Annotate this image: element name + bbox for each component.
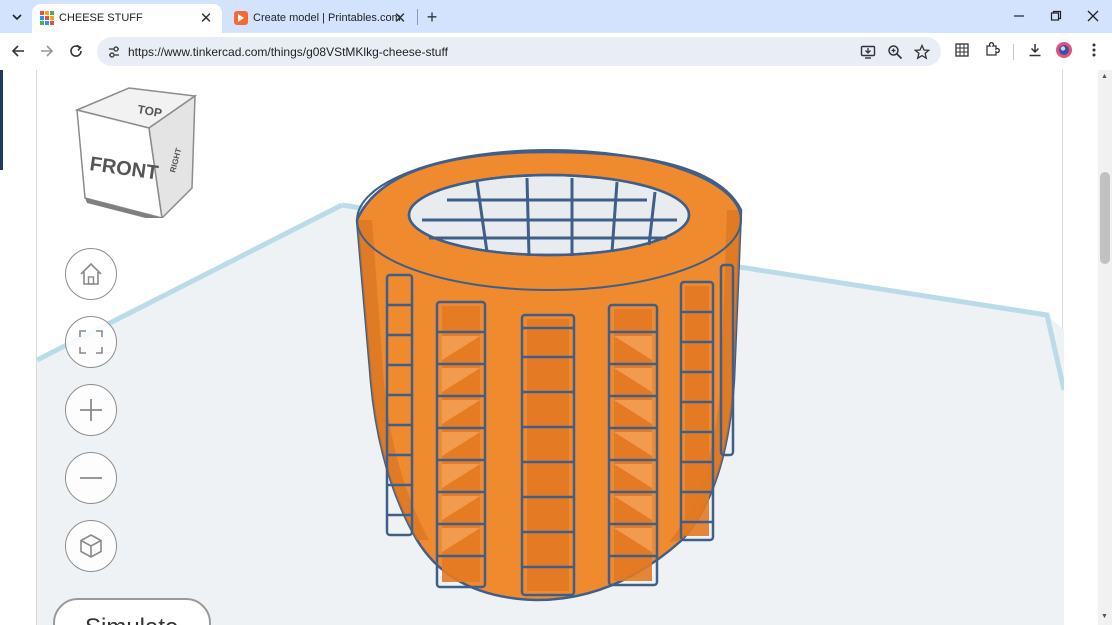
close-window-button[interactable] (1078, 5, 1108, 27)
simulate-button[interactable]: Simulate (53, 598, 211, 625)
tab-title: Create model | Printables.com (253, 12, 401, 24)
minimize-button[interactable] (1004, 5, 1034, 27)
fit-to-view-icon (79, 330, 103, 354)
reload-icon (70, 44, 82, 57)
profile-avatar-icon[interactable] (1054, 40, 1074, 60)
browser-toolbar: https://www.tinkercad.com/things/g08VStM… (0, 33, 1112, 70)
restore-icon (1050, 10, 1062, 21)
forward-button[interactable] (35, 39, 59, 63)
zoom-in-button[interactable] (65, 384, 117, 436)
printables-icon (234, 11, 248, 25)
arrow-left-icon (11, 45, 24, 57)
cube-icon (80, 534, 102, 558)
restore-button[interactable] (1041, 5, 1071, 27)
cheese-holder-model[interactable] (355, 149, 743, 602)
page-scrollbar[interactable]: ▲ ▼ (1098, 70, 1112, 625)
bookmark-star-icon[interactable] (913, 43, 931, 61)
more-menu-icon[interactable] (1084, 40, 1104, 60)
home-view-button[interactable] (65, 248, 117, 300)
scroll-down-arrow-icon[interactable]: ▼ (1101, 613, 1109, 621)
tab-strip: CHEESE STUFF ✕ Create model | Printables… (0, 0, 1112, 33)
address-bar[interactable]: https://www.tinkercad.com/things/g08VStM… (97, 37, 941, 66)
tab-cheese-stuff[interactable]: CHEESE STUFF ✕ (32, 4, 222, 33)
tab-printables[interactable]: Create model | Printables.com ✕ (226, 4, 416, 33)
chevron-down-icon (12, 14, 22, 21)
scrollbar-thumb[interactable] (1100, 172, 1110, 264)
zoom-out-button[interactable] (65, 452, 117, 504)
tab-title: CHEESE STUFF (59, 12, 143, 24)
minimize-icon (1014, 15, 1024, 17)
close-tab-icon[interactable]: ✕ (196, 8, 216, 28)
tab-search-button[interactable] (6, 6, 28, 28)
reload-button[interactable] (64, 39, 88, 63)
site-info-icon[interactable] (105, 43, 122, 60)
arrow-right-icon (41, 45, 54, 57)
tab-separator (417, 9, 418, 25)
toolbar-separator (1013, 44, 1014, 60)
3d-viewport[interactable]: TOP FRONT RIGHT (36, 70, 1064, 625)
zoom-icon[interactable] (886, 43, 904, 61)
new-tab-button[interactable]: + (421, 6, 443, 28)
install-app-icon[interactable] (859, 43, 877, 61)
page-content: TOP FRONT RIGHT Simulate (0, 70, 1098, 625)
close-icon (1087, 10, 1099, 22)
extensions-puzzle-icon[interactable] (982, 40, 1002, 60)
close-tab-icon[interactable]: ✕ (390, 8, 410, 28)
scroll-up-arrow-icon[interactable]: ▲ (1101, 73, 1109, 81)
perspective-button[interactable] (65, 520, 117, 572)
tinkercad-grid-icon (40, 11, 54, 25)
plus-icon (80, 399, 102, 421)
home-icon (80, 262, 102, 285)
fit-view-button[interactable] (65, 316, 117, 368)
page-edge-strip (0, 70, 3, 170)
back-button[interactable] (6, 39, 30, 63)
download-icon[interactable] (1025, 40, 1045, 60)
minus-icon (80, 477, 102, 479)
url-text[interactable]: https://www.tinkercad.com/things/g08VStM… (128, 45, 448, 59)
apps-grid-icon[interactable] (952, 40, 972, 60)
view-cube[interactable]: TOP FRONT RIGHT (67, 78, 202, 218)
